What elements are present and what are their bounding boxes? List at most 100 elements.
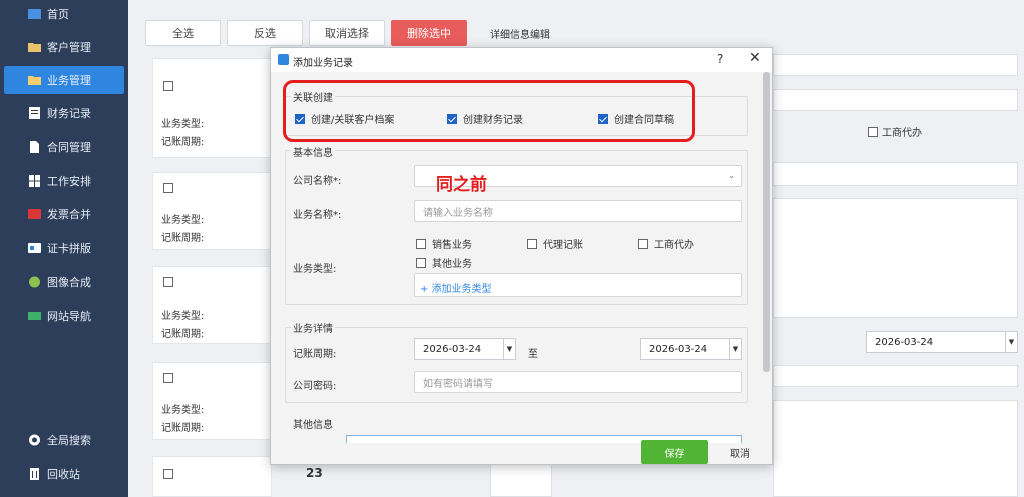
sidebar-item-label: 网站导航: [47, 310, 91, 323]
detail-input[interactable]: [773, 89, 1018, 111]
card-type-label: 业务类型:: [161, 119, 205, 130]
business-type-label: 业务类型:: [293, 264, 337, 275]
trash-icon: [28, 468, 41, 480]
detail-input[interactable]: [773, 162, 1018, 186]
card-number: 23: [306, 466, 323, 480]
company-password-input[interactable]: 如有密码请填写: [414, 371, 742, 393]
password-label: 公司密码:: [293, 381, 337, 392]
list-item[interactable]: 业务类型: 记账周期:: [152, 266, 272, 344]
card-type-label: 业务类型:: [161, 405, 205, 416]
sidebar-item-label: 财务记录: [47, 107, 91, 120]
sidebar-item-card[interactable]: 证卡拼版: [4, 234, 124, 262]
sidebar-item-customers[interactable]: 客户管理: [4, 33, 124, 61]
detail-input[interactable]: [773, 54, 1018, 76]
sidebar-item-label: 证卡拼版: [47, 242, 91, 255]
type-sales-checkbox[interactable]: 销售业务: [416, 236, 472, 251]
sidebar-item-nav[interactable]: 网站导航: [4, 302, 124, 330]
card-period-label: 记账周期:: [161, 137, 205, 148]
business-name-label: 业务名称*:: [293, 210, 342, 221]
card-checkbox[interactable]: [163, 183, 173, 193]
type-other-checkbox[interactable]: 其他业务: [416, 255, 472, 270]
sidebar-item-label: 工作安排: [47, 175, 91, 188]
sidebar-item-label: 全局搜索: [47, 434, 91, 447]
folder-icon: [28, 74, 41, 86]
folder-icon: [28, 41, 41, 53]
detail-title: 详细信息编辑: [490, 30, 550, 41]
card-checkbox[interactable]: [163, 373, 173, 383]
dialog-scrollbar[interactable]: [763, 72, 770, 372]
deselect-button[interactable]: 取消选择: [309, 20, 385, 46]
sidebar-item-label: 图像合成: [47, 276, 91, 289]
document-icon: [28, 141, 41, 153]
card-period-label: 记账周期:: [161, 423, 205, 434]
sidebar-item-home[interactable]: 首页: [4, 0, 124, 28]
invert-selection-button[interactable]: 反选: [227, 20, 303, 46]
detail-date-picker[interactable]: 2026-03-24 ▼: [866, 331, 1018, 353]
sidebar-item-contracts[interactable]: 合同管理: [4, 133, 124, 161]
other-info-title: 其他信息: [291, 416, 335, 431]
detail-gongshang-checkbox[interactable]: 工商代办: [868, 124, 922, 139]
list-item[interactable]: 业务类型: 记账周期:: [152, 362, 272, 440]
card-icon: [28, 242, 41, 254]
type-registration-checkbox[interactable]: 工商代办: [638, 236, 694, 251]
card-checkbox[interactable]: [163, 81, 173, 91]
card-period-label: 记账周期:: [161, 233, 205, 244]
card-checkbox[interactable]: [163, 469, 173, 479]
app-icon: [278, 54, 289, 65]
sidebar-item-trash[interactable]: 回收站: [4, 460, 124, 488]
home-icon: [28, 8, 41, 20]
search-icon: [28, 434, 41, 446]
chevron-down-icon[interactable]: ▼: [1005, 332, 1017, 352]
company-name-label: 公司名称*:: [293, 176, 342, 187]
business-name-input[interactable]: 请输入业务名称: [414, 200, 742, 222]
sidebar-item-label: 发票合并: [47, 208, 91, 221]
annotation-highlight-box: [283, 80, 695, 142]
help-icon[interactable]: ?: [717, 52, 723, 66]
sidebar-item-invoice[interactable]: 发票合并: [4, 200, 124, 228]
save-button[interactable]: 保存: [641, 440, 708, 464]
close-icon[interactable]: ✕: [749, 50, 761, 66]
sidebar-item-schedule[interactable]: 工作安排: [4, 167, 124, 195]
business-detail-title: 业务详情: [291, 320, 335, 335]
sidebar-item-label: 回收站: [47, 468, 80, 481]
annotation-text: 同之前: [436, 175, 487, 195]
cancel-button[interactable]: 取消: [716, 440, 764, 464]
card-type-label: 业务类型:: [161, 215, 205, 226]
select-all-button[interactable]: 全选: [145, 20, 221, 46]
list-item[interactable]: 业务类型: 记账周期:: [152, 172, 272, 250]
detail-input[interactable]: [773, 365, 1018, 387]
chevron-down-icon[interactable]: ▼: [729, 339, 741, 359]
dialog-titlebar[interactable]: 添加业务记录 ? ✕: [271, 48, 772, 72]
pdf-icon: [28, 208, 41, 220]
sidebar: 首页 客户管理 业务管理 财务记录 合同管理 工作安排 发票合并 证卡拼版 图像…: [0, 0, 128, 497]
image-icon: [28, 276, 41, 288]
type-bookkeeping-checkbox[interactable]: 代理记账: [527, 236, 583, 251]
chevron-down-icon[interactable]: ▼: [503, 339, 515, 359]
sidebar-item-label: 首页: [47, 8, 69, 21]
list-item[interactable]: 业务类型: 记账周期:: [152, 58, 272, 158]
sidebar-item-label: 业务管理: [47, 74, 91, 87]
card-checkbox[interactable]: [163, 277, 173, 287]
grid-icon: [28, 175, 41, 187]
basic-info-title: 基本信息: [291, 144, 335, 159]
sidebar-item-search[interactable]: 全局搜索: [4, 426, 124, 454]
sidebar-item-label: 客户管理: [47, 41, 91, 54]
ledger-icon: [28, 107, 41, 119]
list-item[interactable]: [152, 456, 272, 497]
nav-icon: [28, 310, 41, 322]
detail-textarea[interactable]: [773, 198, 1018, 318]
card-type-label: 业务类型:: [161, 311, 205, 322]
card-period-label: 记账周期:: [161, 329, 205, 340]
sidebar-item-business[interactable]: 业务管理: [4, 66, 124, 94]
chevron-down-icon: ⌄: [728, 171, 735, 180]
sidebar-item-finance[interactable]: 财务记录: [4, 99, 124, 127]
detail-textarea[interactable]: [773, 400, 1018, 497]
sidebar-item-label: 合同管理: [47, 141, 91, 154]
to-label: 至: [528, 349, 538, 360]
delete-selected-button[interactable]: 删除选中: [391, 20, 467, 46]
sidebar-item-image[interactable]: 图像合成: [4, 268, 124, 296]
start-date-picker[interactable]: 2026-03-24 ▼: [414, 338, 516, 360]
end-date-picker[interactable]: 2026-03-24 ▼: [640, 338, 742, 360]
period-label: 记账周期:: [293, 349, 337, 360]
add-business-type-link[interactable]: + 添加业务类型: [420, 280, 492, 295]
